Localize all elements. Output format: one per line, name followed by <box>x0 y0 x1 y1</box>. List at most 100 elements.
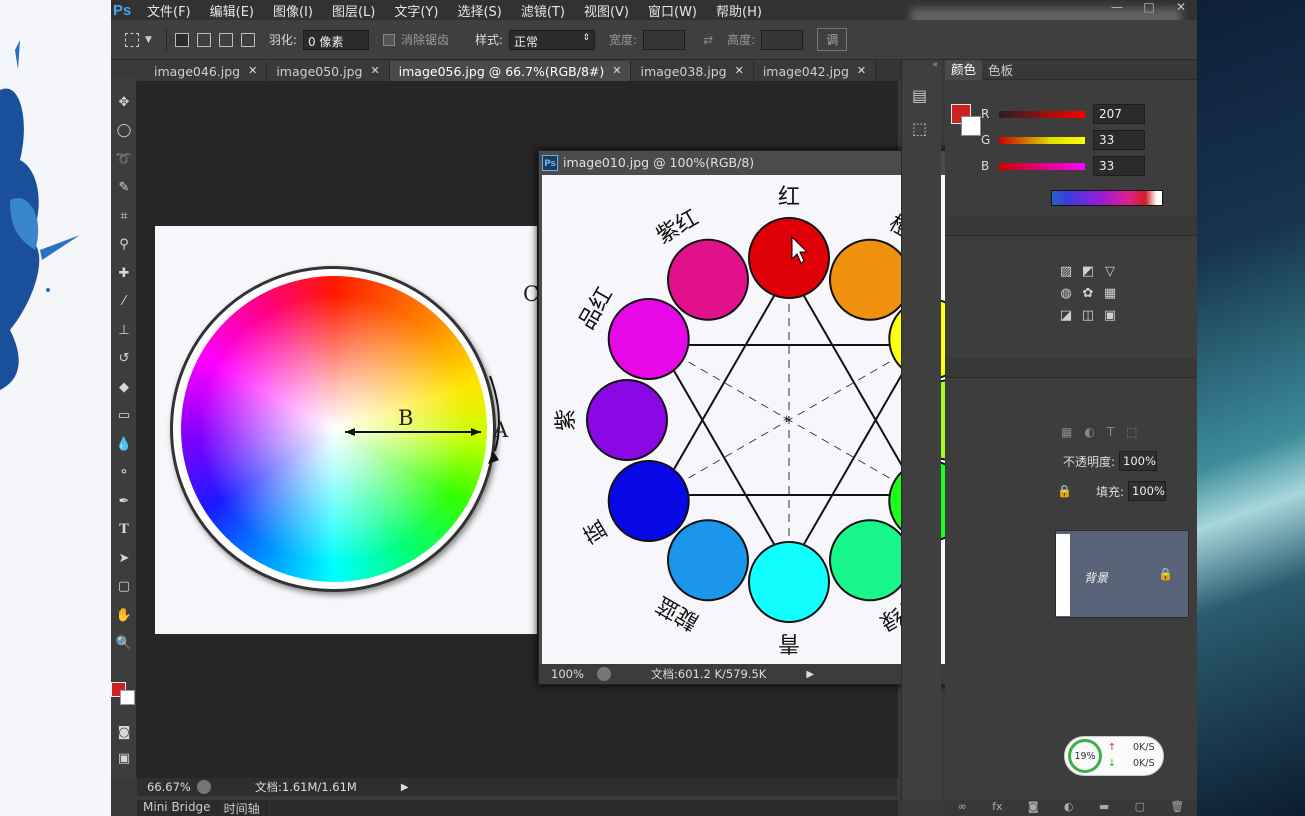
refine-edge-button[interactable]: 调 <box>817 28 848 51</box>
tab-image038[interactable]: image038.jpg ✕ <box>631 61 754 81</box>
menu-layer[interactable]: 图层(L) <box>332 1 375 20</box>
eraser-tool-icon[interactable]: ◆ <box>111 373 137 402</box>
close-icon[interactable]: ✕ <box>248 64 257 78</box>
tab-color[interactable]: 颜色 <box>945 59 983 80</box>
link-icon[interactable]: ∞ <box>958 800 967 816</box>
zoom-level[interactable]: 66.67% <box>137 780 193 794</box>
3d-panel-icon[interactable]: ⬚ <box>912 119 941 138</box>
marquee-tool-icon[interactable]: ◯ <box>111 117 137 146</box>
menu-image[interactable]: 图像(I) <box>273 1 313 20</box>
blur-tool-icon[interactable]: 💧 <box>111 430 137 459</box>
intersect-selection-icon[interactable] <box>240 32 255 47</box>
main-document-canvas[interactable]: B A C <box>155 226 537 634</box>
folder-icon[interactable]: ▬ <box>1099 800 1109 816</box>
feather-input[interactable]: 0 像素 <box>302 29 369 50</box>
b-value-input[interactable]: 33 <box>1093 156 1145 176</box>
menu-edit[interactable]: 编辑(E) <box>210 1 254 20</box>
pen-tool-icon[interactable]: ✒ <box>111 487 137 516</box>
type-tool-icon[interactable]: T <box>111 516 137 545</box>
shape-filter-icon[interactable]: ⬚ <box>1126 425 1137 439</box>
style-select[interactable]: 正常 ⇕ <box>509 29 596 50</box>
tab-mini-bridge[interactable]: Mini Bridge <box>137 800 218 816</box>
hue-icon[interactable]: ◍ <box>1055 286 1077 308</box>
gradient-map-icon[interactable]: ▽ <box>1099 264 1121 286</box>
lock-icon[interactable]: 🔒 <box>1057 484 1072 498</box>
quick-select-tool-icon[interactable]: ✎ <box>111 174 137 203</box>
collapse-icon[interactable]: « <box>902 60 941 72</box>
layer-background[interactable]: 背景 🔒 <box>1055 530 1189 618</box>
move-tool-icon[interactable]: ✥ <box>111 88 137 117</box>
g-value-input[interactable]: 33 <box>1093 130 1145 150</box>
photo-filter-icon[interactable]: ◪ <box>1055 308 1077 330</box>
menu-help[interactable]: 帮助(H) <box>716 1 762 20</box>
history-panel-icon[interactable]: ▤ <box>912 86 941 105</box>
path-select-icon[interactable]: ➤ <box>111 544 137 573</box>
mask-icon[interactable]: ◙ <box>1028 800 1039 816</box>
adjust-filter-icon[interactable]: ◐ <box>1084 425 1094 439</box>
background-color-swatch[interactable] <box>120 690 135 705</box>
height-input[interactable] <box>761 29 804 50</box>
b-slider[interactable] <box>999 162 1085 170</box>
new-selection-icon[interactable] <box>174 32 189 47</box>
tab-image050[interactable]: image050.jpg ✕ <box>267 61 390 81</box>
r-value-input[interactable]: 207 <box>1093 104 1145 124</box>
status-menu-icon[interactable] <box>597 667 611 681</box>
history-brush-icon[interactable]: ↺ <box>111 345 137 374</box>
tab-image056[interactable]: image056.jpg @ 66.7%(RGB/8#) ✕ <box>389 61 632 81</box>
levels-icon[interactable]: ▨ <box>1055 264 1077 286</box>
chevron-down-icon[interactable]: ▼ <box>145 35 152 45</box>
gradient-tool-icon[interactable]: ▭ <box>111 402 137 431</box>
menu-window[interactable]: 窗口(W) <box>648 1 697 20</box>
subtract-selection-icon[interactable] <box>218 32 233 47</box>
play-arrow-icon[interactable]: ▶ <box>806 669 814 680</box>
hand-tool-icon[interactable]: ✋ <box>111 601 137 630</box>
antialias-checkbox[interactable] <box>382 33 395 46</box>
crop-tool-icon[interactable]: ⌗ <box>111 202 137 231</box>
curves-icon[interactable]: ◩ <box>1077 264 1099 286</box>
tab-timeline[interactable]: 时间轴 <box>218 800 267 816</box>
color-spectrum-ramp[interactable] <box>1051 190 1163 206</box>
quick-mask-icon[interactable]: ◙ <box>111 718 137 747</box>
adjustment-icon[interactable]: ◐ <box>1064 800 1074 816</box>
menu-filter[interactable]: 滤镜(T) <box>521 1 565 20</box>
fill-input[interactable]: 100% <box>1128 481 1166 501</box>
add-selection-icon[interactable] <box>196 32 211 47</box>
channel-mixer-icon[interactable]: ▦ <box>1099 286 1121 308</box>
invert-icon[interactable]: ◫ <box>1077 308 1099 330</box>
eyedropper-tool-icon[interactable]: ⚲ <box>111 231 137 260</box>
r-slider[interactable] <box>999 110 1085 118</box>
healing-tool-icon[interactable]: ✚ <box>111 259 137 288</box>
g-slider[interactable] <box>999 136 1085 144</box>
menu-type[interactable]: 文字(Y) <box>394 1 438 20</box>
menu-select[interactable]: 选择(S) <box>457 1 501 20</box>
type-filter-icon[interactable]: T <box>1107 425 1114 439</box>
float-zoom-level[interactable]: 100% <box>539 667 597 681</box>
lasso-tool-icon[interactable]: ➰ <box>111 145 137 174</box>
shape-tool-icon[interactable]: ▢ <box>111 573 137 602</box>
close-icon[interactable]: ✕ <box>612 64 621 78</box>
width-input[interactable] <box>643 29 686 50</box>
pixel-filter-icon[interactable]: ▦ <box>1061 425 1072 439</box>
tab-image046[interactable]: image046.jpg ✕ <box>145 61 268 81</box>
marquee-tool-icon[interactable] <box>125 32 139 47</box>
swap-icon[interactable]: ⇄ <box>703 33 713 47</box>
network-speed-widget[interactable]: 19% ↑ 0K/S ↓ 0K/S <box>1064 736 1164 776</box>
tab-image042[interactable]: image042.jpg ✕ <box>753 61 877 81</box>
threshold-icon[interactable]: ▣ <box>1099 308 1121 330</box>
dodge-tool-icon[interactable]: ⚬ <box>111 459 137 488</box>
new-layer-icon[interactable]: ▢ <box>1135 800 1145 816</box>
brush-tool-icon[interactable]: ⁄ <box>111 288 137 317</box>
close-icon[interactable]: ✕ <box>857 64 866 78</box>
tab-swatches[interactable]: 色板 <box>982 60 1019 79</box>
opacity-input[interactable]: 100% <box>1119 451 1158 471</box>
close-icon[interactable]: ✕ <box>735 64 744 78</box>
color-balance-icon[interactable]: ✿ <box>1077 286 1099 308</box>
screen-mode-icon[interactable]: ▣ <box>111 744 137 773</box>
zoom-tool-icon[interactable]: 🔍 <box>111 630 137 659</box>
close-icon[interactable]: ✕ <box>370 64 379 78</box>
stamp-tool-icon[interactable]: ⊥ <box>111 316 137 345</box>
fx-icon[interactable]: fx <box>992 800 1002 816</box>
menu-file[interactable]: 文件(F) <box>147 1 191 20</box>
trash-icon[interactable]: 🗑 <box>1170 800 1184 816</box>
bg-color-swatch[interactable] <box>961 116 981 136</box>
